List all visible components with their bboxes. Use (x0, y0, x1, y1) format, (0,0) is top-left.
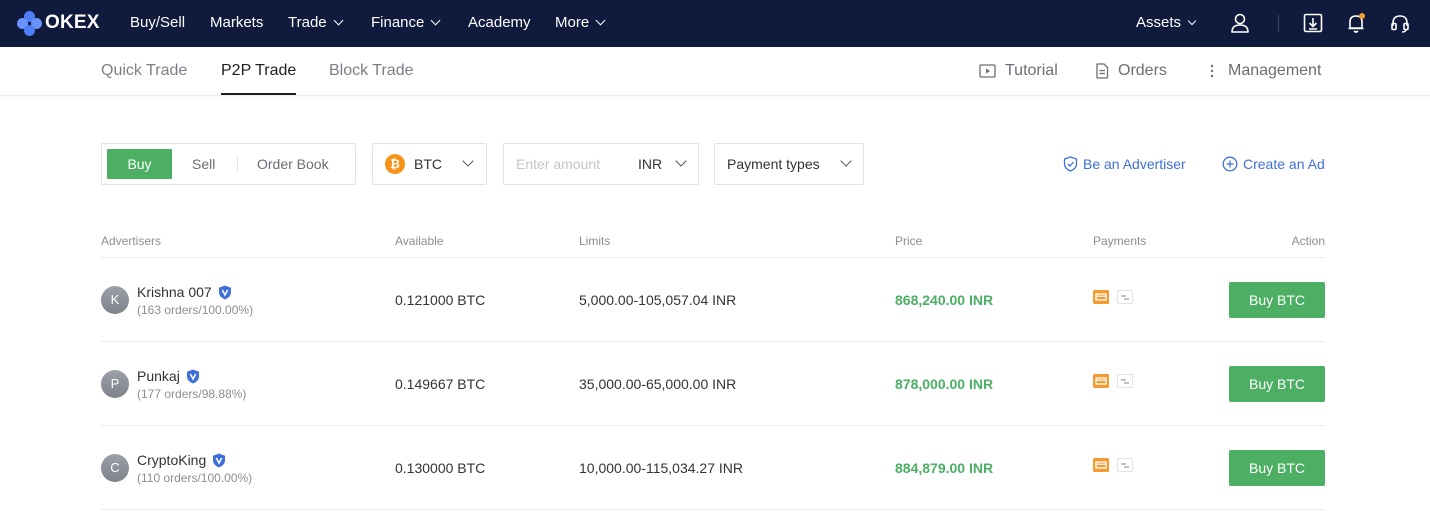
limits-range: 10,000.00-115,034.27 INR (579, 460, 743, 476)
available-amount: 0.149667 BTC (395, 376, 486, 392)
price-value: 868,240.00 INR (895, 292, 994, 308)
header-available: Available (395, 234, 444, 248)
advertiser-name[interactable]: Punkaj (137, 368, 200, 384)
tab-quick-trade[interactable]: Quick Trade (101, 47, 187, 95)
download-icon[interactable] (1302, 12, 1324, 34)
chevron-down-icon (675, 155, 687, 167)
orders-link[interactable]: Orders (1095, 47, 1167, 95)
table-row: P Punkaj (177 orders/98.88%) 0.149667 BT… (101, 342, 1325, 426)
table-header: Advertisers Available Limits Price Payme… (101, 226, 1325, 258)
nav-assets[interactable]: Assets (1136, 0, 1197, 47)
payment-types-label: Payment types (727, 156, 820, 172)
segment-divider (237, 156, 238, 172)
create-ad-link[interactable]: Create an Ad (1222, 143, 1325, 185)
avatar[interactable]: P (101, 370, 129, 398)
limits-range: 5,000.00-105,057.04 INR (579, 292, 737, 308)
nav-divider (1278, 15, 1279, 32)
sub-navbar: Quick Trade P2P Trade Block Trade Tutori… (0, 47, 1430, 96)
nav-more[interactable]: More (555, 0, 606, 47)
play-icon (979, 64, 996, 78)
advertiser-stats: (177 orders/98.88%) (137, 387, 247, 401)
header-advertisers: Advertisers (101, 234, 162, 248)
verified-badge-icon (213, 453, 226, 467)
currency-select[interactable]: INR (638, 144, 662, 184)
top-navbar: OKEX Buy/Sell Markets Trade Finance Acad… (0, 0, 1430, 47)
price-value: 884,879.00 INR (895, 460, 994, 476)
management-label: Management (1228, 62, 1322, 79)
headset-icon[interactable] (1389, 12, 1411, 34)
limits-range: 35,000.00-65,000.00 INR (579, 376, 737, 392)
nav-trade[interactable]: Trade (288, 0, 344, 47)
brand-name: OKEX (45, 12, 100, 33)
table-row: K Krishna 007 (163 orders/100.00%) 0.121… (101, 258, 1325, 342)
price-value: 878,000.00 INR (895, 376, 994, 392)
document-icon (1096, 63, 1109, 79)
verified-badge-icon (218, 285, 231, 299)
upi-payment-icon (1117, 374, 1133, 388)
bitcoin-icon: ₿ (385, 154, 405, 174)
buy-btc-button[interactable]: Buy BTC (1229, 366, 1325, 402)
table-row: C CryptoKing (110 orders/100.00%) 0.1300… (101, 426, 1325, 510)
tutorial-link[interactable]: Tutorial (979, 47, 1058, 95)
chevron-down-icon (595, 15, 606, 26)
user-icon[interactable] (1229, 12, 1251, 34)
available-amount: 0.121000 BTC (395, 292, 486, 308)
advertiser-name[interactable]: CryptoKing (137, 452, 226, 468)
payment-types-select[interactable]: Payment types (714, 143, 864, 185)
okex-logo-mark (17, 10, 42, 36)
sell-tab[interactable]: Sell (192, 144, 215, 184)
chevron-down-icon (333, 15, 344, 26)
chevron-down-icon (840, 155, 852, 167)
header-action: Action (1291, 234, 1325, 248)
more-vertical-icon (1210, 64, 1214, 78)
buy-tab[interactable]: Buy (107, 149, 172, 179)
buy-btc-button[interactable]: Buy BTC (1229, 282, 1325, 318)
advertiser-stats: (110 orders/100.00%) (137, 471, 253, 485)
chevron-down-icon (1187, 16, 1197, 26)
order-book-tab[interactable]: Order Book (257, 144, 329, 184)
coin-select[interactable]: ₿ BTC (372, 143, 487, 185)
trade-side-toggle: Buy Sell Order Book (101, 143, 356, 185)
tab-block-trade[interactable]: Block Trade (329, 47, 413, 95)
tutorial-label: Tutorial (1005, 62, 1058, 79)
create-ad-label: Create an Ad (1243, 156, 1325, 172)
plus-circle-icon (1222, 156, 1238, 172)
chevron-down-icon (462, 155, 474, 167)
bank-transfer-icon (1093, 458, 1109, 472)
advertiser-name[interactable]: Krishna 007 (137, 284, 232, 300)
orders-label: Orders (1118, 62, 1167, 79)
header-payments: Payments (1093, 234, 1147, 248)
shield-check-icon (1063, 156, 1078, 172)
upi-payment-icon (1117, 290, 1133, 304)
amount-input[interactable] (516, 152, 626, 176)
management-link[interactable]: Management (1205, 47, 1321, 95)
header-limits: Limits (579, 234, 611, 248)
bank-transfer-icon (1093, 290, 1109, 304)
header-price: Price (895, 234, 923, 248)
nav-markets[interactable]: Markets (210, 0, 263, 47)
bank-transfer-icon (1093, 374, 1109, 388)
bell-icon[interactable] (1345, 12, 1367, 34)
tab-p2p-trade[interactable]: P2P Trade (221, 47, 297, 95)
buy-btc-button[interactable]: Buy BTC (1229, 450, 1325, 486)
nav-academy[interactable]: Academy (468, 0, 531, 47)
nav-finance[interactable]: Finance (371, 0, 441, 47)
upi-payment-icon (1117, 458, 1133, 472)
okex-logo[interactable]: OKEX (17, 10, 100, 36)
chevron-down-icon (430, 15, 441, 26)
advertiser-stats: (163 orders/100.00%) (137, 303, 254, 317)
verified-badge-icon (186, 369, 199, 383)
available-amount: 0.130000 BTC (395, 460, 486, 476)
avatar[interactable]: K (101, 286, 129, 314)
be-advertiser-link[interactable]: Be an Advertiser (1063, 143, 1186, 185)
advertiser-name-text: Punkaj (137, 368, 180, 384)
amount-field: INR (503, 143, 699, 185)
nav-buy-sell[interactable]: Buy/Sell (130, 0, 185, 47)
be-advertiser-label: Be an Advertiser (1083, 156, 1186, 172)
coin-select-value: BTC (414, 156, 442, 172)
advertiser-name-text: Krishna 007 (137, 284, 212, 300)
avatar[interactable]: C (101, 454, 129, 482)
advertiser-name-text: CryptoKing (137, 452, 207, 468)
